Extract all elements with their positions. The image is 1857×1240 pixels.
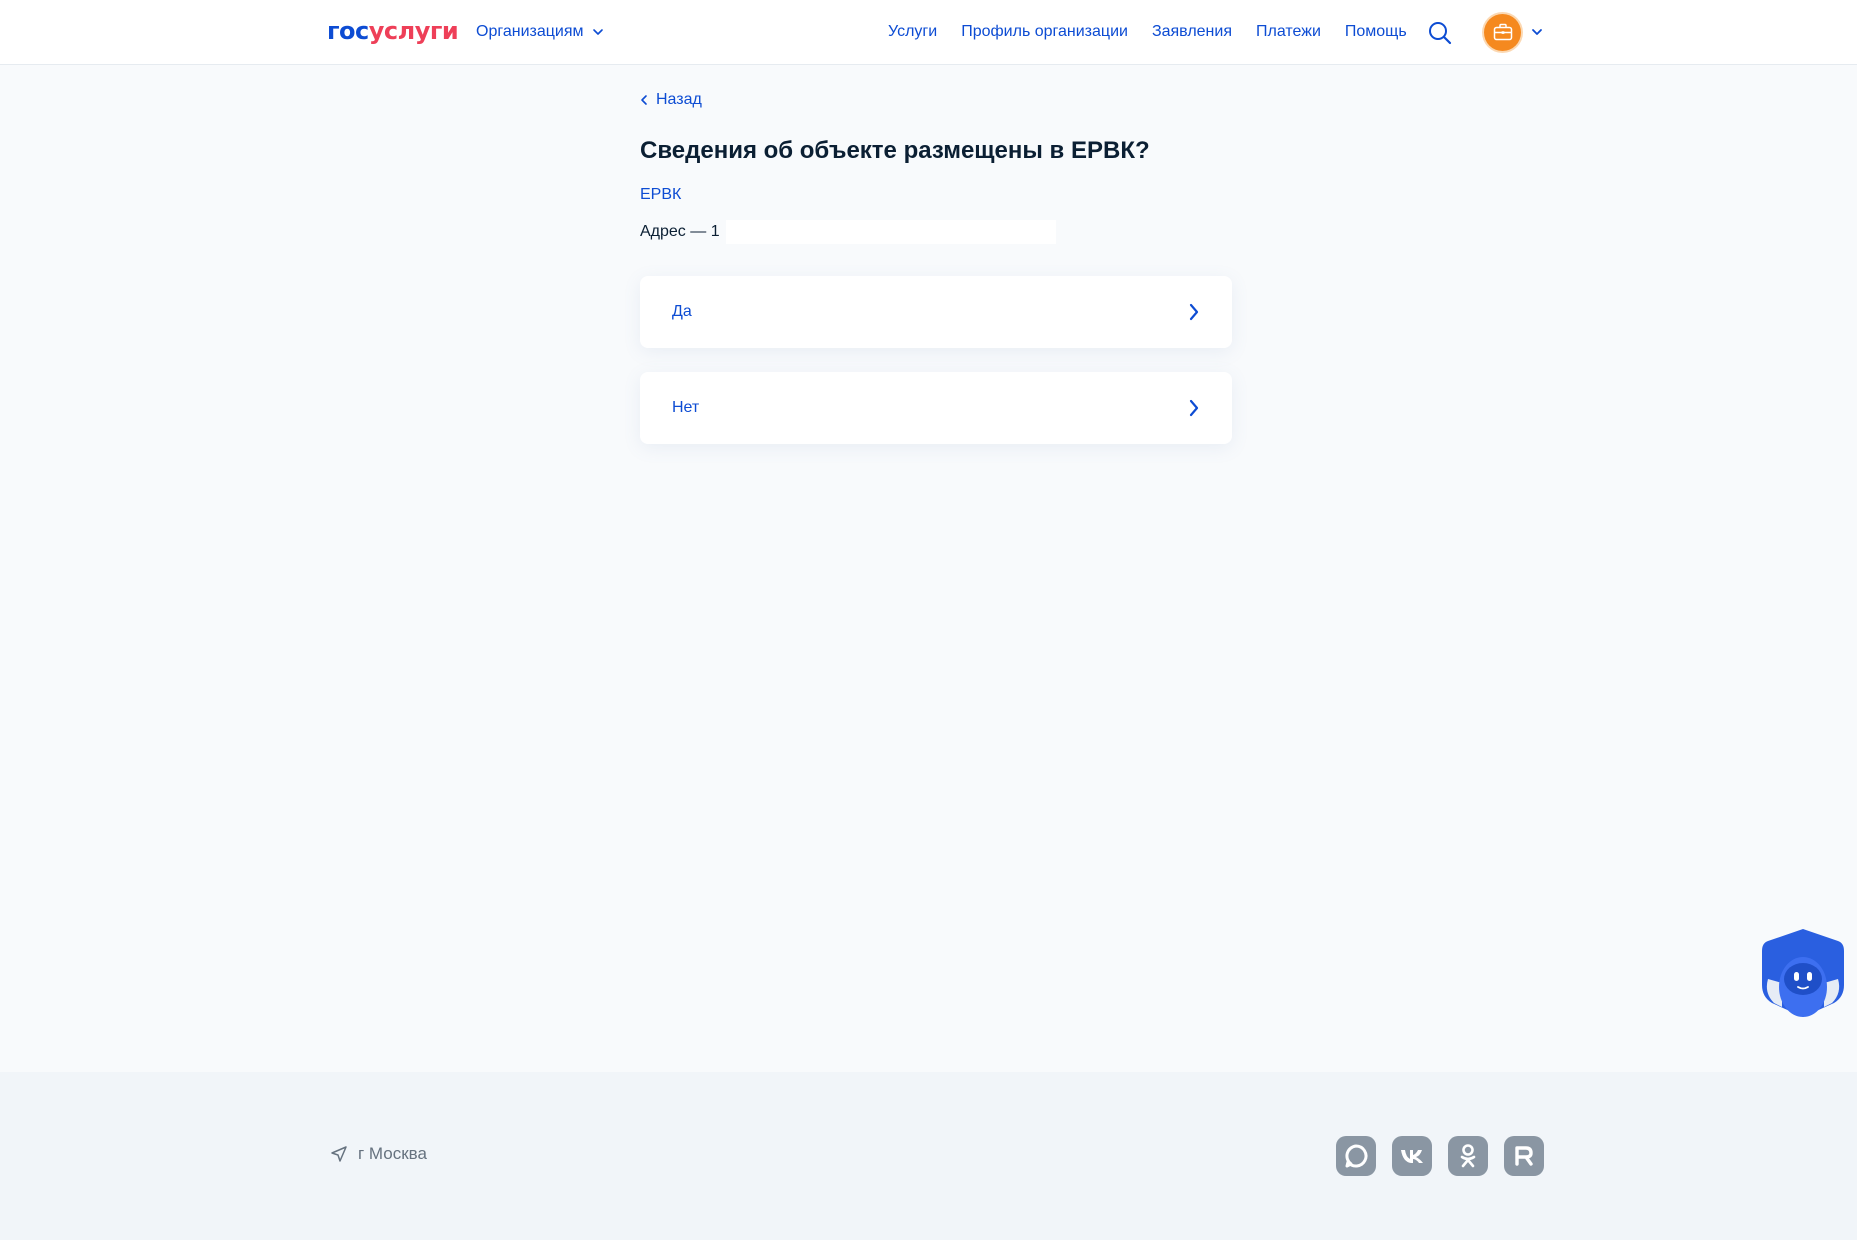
back-link[interactable]: Назад <box>640 88 702 112</box>
organizations-dropdown[interactable]: Организациям <box>476 20 604 44</box>
location-arrow-icon <box>331 1146 347 1162</box>
footer <box>0 1072 1857 1240</box>
back-link-label: Назад <box>656 91 702 108</box>
rutube-icon <box>1515 1146 1533 1166</box>
search-button[interactable] <box>1427 20 1453 46</box>
logo-part-uslugi: услуги <box>368 17 459 45</box>
chevron-down-icon <box>592 29 603 35</box>
address-label: Адрес — 1 <box>640 223 720 240</box>
chevron-left-icon <box>641 95 647 105</box>
page-title: Сведения об объекте размещены в ЕРВК? <box>640 137 1150 164</box>
max-messenger-icon <box>1345 1144 1368 1168</box>
option-yes[interactable]: Да <box>640 276 1232 348</box>
organizations-dropdown-label: Организациям <box>476 23 584 40</box>
nav-org-profile[interactable]: Профиль организации <box>961 20 1128 44</box>
social-rutube[interactable] <box>1504 1136 1544 1176</box>
top-nav: Услуги Профиль организации Заявления Пла… <box>888 20 1407 44</box>
search-icon <box>1429 22 1452 45</box>
registry-subtitle: ЕРВК <box>640 186 682 203</box>
address-value-placeholder <box>725 220 1056 244</box>
gosuslugi-logo[interactable]: госуслуги <box>327 16 459 46</box>
chevron-right-icon <box>1189 399 1199 417</box>
nav-payments[interactable]: Платежи <box>1256 20 1321 44</box>
location-selector[interactable]: г Москва <box>330 1142 427 1166</box>
odnoklassniki-icon <box>1460 1144 1476 1168</box>
header: госуслуги Организациям Услуги Профиль ор… <box>0 0 1857 65</box>
option-yes-label: Да <box>672 303 692 320</box>
avatar <box>1484 13 1521 51</box>
vk-icon <box>1401 1150 1423 1163</box>
option-no[interactable]: Нет <box>640 372 1232 444</box>
social-vk[interactable] <box>1392 1136 1432 1176</box>
social-max[interactable] <box>1336 1136 1376 1176</box>
robot-assistant-icon <box>1762 929 1844 1017</box>
logo-part-gos: гос <box>327 17 369 45</box>
nav-services[interactable]: Услуги <box>888 20 937 44</box>
assistant-robot-button[interactable] <box>1760 927 1846 1019</box>
social-odnoklassniki[interactable] <box>1448 1136 1488 1176</box>
account-menu[interactable] <box>1484 13 1543 51</box>
social-links <box>1336 1136 1544 1176</box>
nav-help[interactable]: Помощь <box>1345 20 1407 44</box>
nav-applications[interactable]: Заявления <box>1152 20 1232 44</box>
briefcase-icon <box>1493 23 1512 41</box>
address-line: Адрес — 1 <box>640 220 1056 244</box>
chevron-down-icon <box>1532 29 1542 35</box>
chevron-right-icon <box>1189 303 1199 321</box>
location-city: г Москва <box>358 1144 427 1163</box>
option-no-label: Нет <box>672 399 700 416</box>
